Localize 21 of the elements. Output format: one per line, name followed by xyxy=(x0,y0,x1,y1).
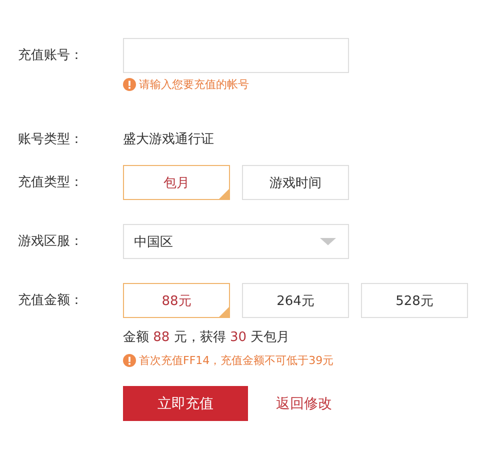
field-label: 充值账号： xyxy=(18,47,84,65)
option-button[interactable]: 264元 xyxy=(242,283,349,318)
field-label: 账号类型： xyxy=(18,131,84,149)
option-button[interactable]: 528元 xyxy=(361,283,468,318)
warning-icon xyxy=(123,354,136,367)
region-dropdown[interactable]: 中国区 xyxy=(123,224,349,259)
caret-icon xyxy=(320,238,336,246)
account-type-value: 盛大游戏通行证 xyxy=(123,131,214,149)
option-button[interactable]: 游戏时间 xyxy=(242,165,349,200)
option-button[interactable]: 包月 xyxy=(123,165,230,200)
field-label: 充值金额： xyxy=(18,292,84,310)
back-link[interactable]: 返回修改 xyxy=(276,394,332,412)
submit-button[interactable]: 立即充值 xyxy=(123,386,248,421)
account-input[interactable] xyxy=(123,38,349,73)
field-label: 游戏区服： xyxy=(18,233,84,251)
option-button[interactable]: 88元 xyxy=(123,283,230,318)
warning-icon xyxy=(123,78,136,91)
summary-text: 金额 88 元，获得 30 天包月 xyxy=(123,329,291,347)
hint-text: 请输入您要充值的帐号 xyxy=(139,77,249,92)
warning-text: 首次充值FF14，充值金额不可低于39元 xyxy=(139,353,334,368)
field-label: 充值类型： xyxy=(18,174,84,192)
